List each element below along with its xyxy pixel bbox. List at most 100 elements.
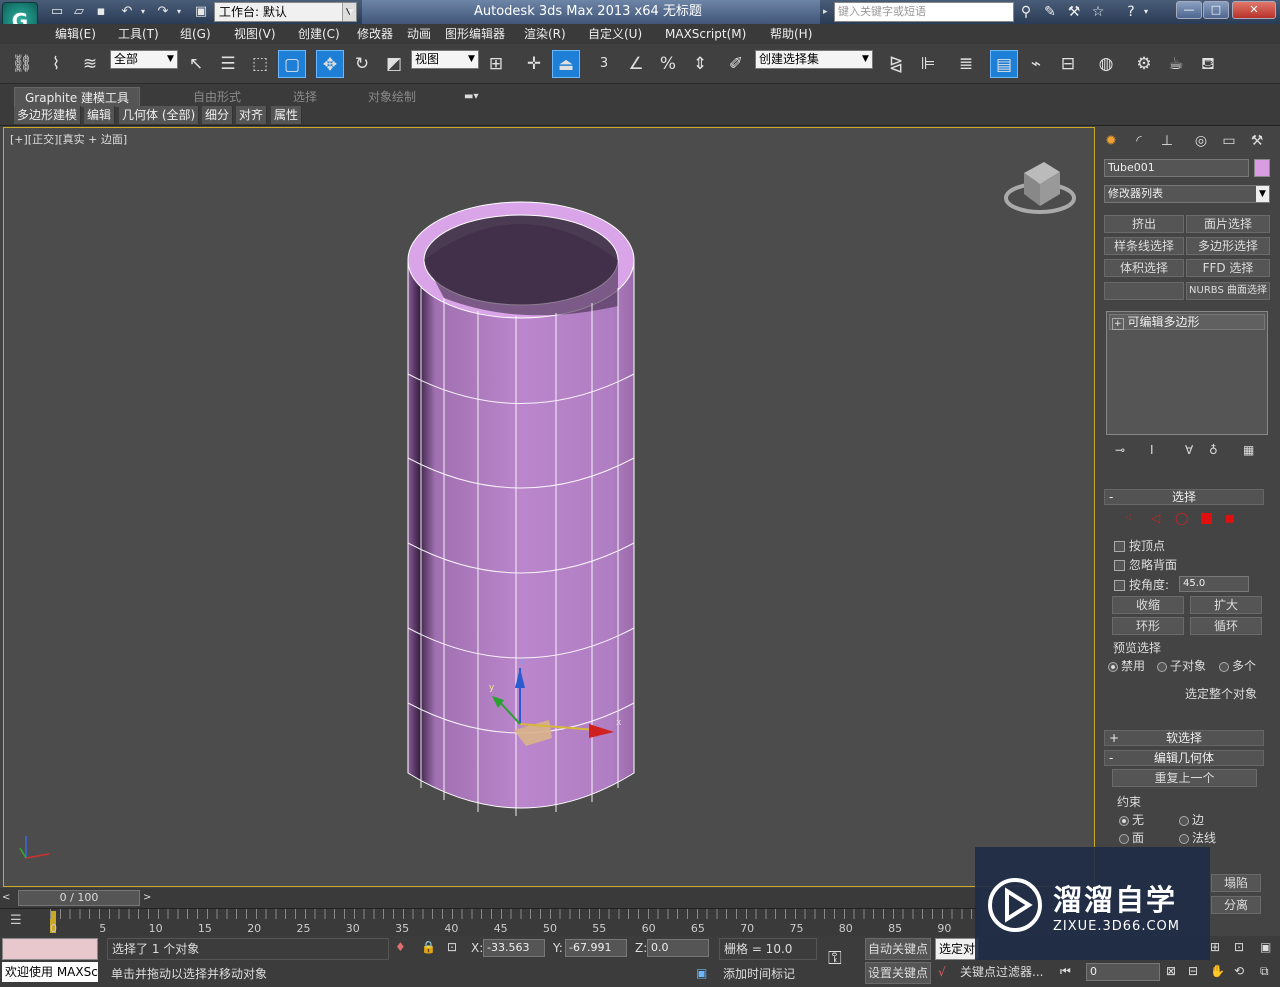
vertex-subobject-icon[interactable]: ⁖ [1125,511,1132,525]
preview-multi-radio[interactable]: 多个 [1219,657,1256,674]
track-bar[interactable]: ☰ 0 5 10 15 20 25 30 35 40 45 50 55 60 65 70 75 80 85 90 [0,908,980,936]
make-unique-icon[interactable]: ∀ [1185,443,1193,457]
vol-select-mod-button[interactable]: 体积选择 [1104,259,1184,277]
shrink-button[interactable]: 收缩 [1112,596,1184,614]
bind-space-warp-icon[interactable]: ≋ [76,50,104,78]
close-button[interactable]: ✕ [1232,1,1276,19]
add-time-tag-button[interactable]: 添加时间标记 [719,964,817,984]
object-name-field[interactable]: Tube001 [1104,159,1249,177]
z-coord-input[interactable]: 0.0 [647,939,709,957]
by-angle-checkbox[interactable]: 按角度: [1114,576,1169,593]
show-end-result-icon[interactable]: Ⅰ [1150,443,1154,457]
binoculars-icon[interactable]: ⚲ [1015,2,1037,22]
soft-selection-rollout-header[interactable]: + 软选择 [1104,730,1264,746]
select-object-icon[interactable]: ↖ [182,50,210,78]
edit-geometry-rollout-header[interactable]: - 编辑几何体 [1104,750,1264,766]
subtab-edit[interactable]: 编辑 [84,106,116,124]
ignore-backfacing-checkbox[interactable]: 忽略背面 [1114,556,1177,573]
current-frame-input[interactable]: 0 [1086,963,1160,981]
menu-animation[interactable]: 动画 [407,24,431,44]
snap-toggle-icon[interactable]: 3 [590,50,618,78]
zoom-extents-all-icon[interactable]: ▣ [1260,940,1271,954]
menu-view[interactable]: 视图(V) [234,24,276,44]
collapse-button[interactable]: 塌陷 [1211,874,1261,892]
ring-button[interactable]: 环形 [1112,617,1184,635]
nurbs-select-mod-button[interactable]: NURBS 曲面选择 [1186,282,1270,300]
pivot-center-icon[interactable]: ⊞ [482,50,510,78]
named-selection-dropdown[interactable]: 创建选择集 ▼ [755,50,873,69]
align-icon[interactable]: ⊫ [914,50,942,78]
help-icon[interactable]: ? [1120,2,1142,22]
edge-subobject-icon[interactable]: ◁ [1151,511,1160,525]
redo-dropdown-icon[interactable]: ▾ [174,3,184,20]
preview-subobject-radio[interactable]: 子对象 [1157,657,1206,674]
modifier-list-dropdown[interactable]: 修改器列表 ▼ [1104,185,1270,203]
orbit-icon[interactable]: ⟲ [1234,964,1244,978]
motion-tab-icon[interactable]: ◎ [1190,130,1212,152]
expand-icon[interactable]: + [1112,318,1124,330]
maxscript-input[interactable]: 欢迎使用 MAXSc [2,962,98,982]
set-key-icon[interactable]: ⚿ [828,948,842,969]
by-vertex-checkbox[interactable]: 按顶点 [1114,537,1165,554]
project-folder-icon[interactable]: ▣ [192,3,210,20]
key-filters-button[interactable]: 关键点过滤器... [960,962,1050,984]
key-mode-dropdown[interactable]: 选定对 [935,938,979,960]
select-scale-icon[interactable]: ◩ [380,50,408,78]
x-coord-input[interactable]: -33.563 [483,939,545,957]
graphite-toggle-icon[interactable]: ▤ [990,50,1018,78]
hierarchy-tab-icon[interactable]: ⊥ [1156,130,1178,152]
create-tab-icon[interactable]: ✹ [1100,130,1122,152]
poly-select-mod-button[interactable]: 多边形选择 [1186,237,1270,255]
tab-object-paint[interactable]: 对象绘制 [368,87,416,107]
schematic-view-icon[interactable]: ⊟ [1054,50,1082,78]
mirror-icon[interactable]: ⧎ [882,50,910,78]
subscription-icon[interactable]: ⚒ [1063,2,1085,22]
viewcube-icon[interactable] [1004,162,1076,214]
preview-disable-radio[interactable]: 禁用 [1108,657,1145,674]
element-subobject-icon[interactable]: ◼ [1225,511,1235,525]
pin-stack-icon[interactable]: ⊸ [1115,443,1125,457]
region-zoom-icon[interactable]: ⊟ [1188,964,1198,978]
undo-dropdown-icon[interactable]: ▾ [138,3,148,20]
new-file-icon[interactable]: ▭ [48,3,66,20]
subtab-properties[interactable]: 属性 [271,106,303,124]
spline-select-mod-button[interactable]: 样条线选择 [1104,237,1184,255]
constraint-normal-radio[interactable]: 法线 [1179,829,1216,846]
maximize-button[interactable]: □ [1203,1,1229,19]
object-color-swatch[interactable] [1254,159,1270,177]
auto-key-button[interactable]: 自动关键点 [865,938,931,960]
modifier-stack[interactable]: + 可编辑多边形 [1106,311,1268,435]
patch-select-mod-button[interactable]: 面片选择 [1186,215,1270,233]
tab-selection[interactable]: 选择 [293,87,317,107]
ribbon-options-icon[interactable]: ▬▾ [464,87,478,107]
field-of-view-icon[interactable]: ⊠ [1166,964,1176,978]
spinner-snap-icon[interactable]: ⇕ [686,50,714,78]
menu-edit[interactable]: 编辑(E) [55,24,96,44]
save-icon[interactable]: ▪ [92,3,110,20]
favorites-star-icon[interactable]: ☆ [1087,2,1109,22]
menu-tools[interactable]: 工具(T) [118,24,159,44]
window-crossing-icon[interactable]: ▢ [278,50,306,78]
open-file-icon[interactable]: ▱ [70,3,88,20]
unlink-icon[interactable]: ⌇ [42,50,70,78]
select-move-icon[interactable]: ✥ [316,50,344,78]
undo-icon[interactable]: ↶ [118,3,136,20]
polygon-subobject-icon[interactable] [1201,513,1212,524]
lock-selection-icon[interactable]: 🔒 [421,940,436,954]
isolate-selection-icon[interactable]: ♦ [395,940,406,954]
edit-named-sets-icon[interactable]: ✐ [722,50,750,78]
subtab-subdivision[interactable]: 细分 [202,106,234,124]
chevron-right-icon[interactable]: ▸ [823,2,833,22]
ffd-select-mod-button[interactable]: FFD 选择 [1186,259,1270,277]
chevron-right-icon[interactable]: > [143,890,155,906]
time-config-icon[interactable]: ⏮ [1060,964,1071,979]
perspective-viewport[interactable]: [+][正交][真实 + 边面] z x y [3,127,1095,887]
select-rotate-icon[interactable]: ↻ [348,50,376,78]
chevron-left-icon[interactable]: < [2,890,14,906]
render-setup-icon[interactable]: ⚙ [1130,50,1158,78]
menu-modifiers[interactable]: 修改器 [357,24,393,44]
stack-item[interactable]: + 可编辑多边形 [1109,314,1265,330]
search-input[interactable]: 键入关键字或短语 [834,2,1014,22]
selection-filter-dropdown[interactable]: 全部 ▼ [110,50,178,69]
workspace-arrow-icon[interactable]: ▼ [347,2,359,22]
